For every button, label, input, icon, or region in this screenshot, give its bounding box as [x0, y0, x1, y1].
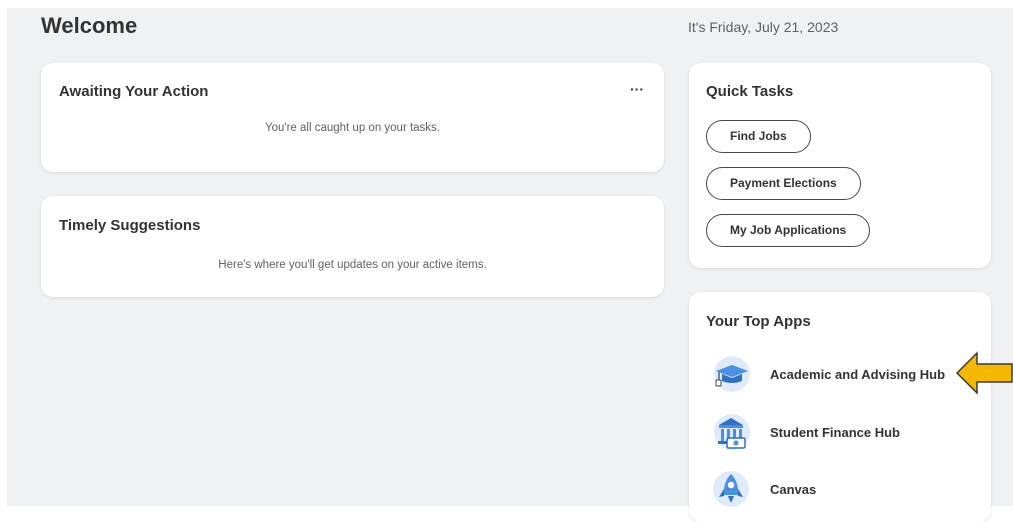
timely-suggestions-title: Timely Suggestions: [59, 217, 201, 234]
awaiting-action-message: You're all caught up on your tasks.: [264, 122, 441, 134]
awaiting-action-card: Awaiting Your Action ··· You're all caug…: [41, 63, 664, 172]
app-academic-advising-hub[interactable]: Academic and Advising Hub: [711, 354, 945, 394]
app-label: Canvas: [770, 481, 817, 497]
payment-elections-button[interactable]: Payment Elections: [706, 167, 861, 200]
page-title: Welcome: [41, 13, 138, 38]
rocket-icon: [711, 469, 751, 509]
my-job-applications-button[interactable]: My Job Applications: [706, 214, 871, 247]
dashboard-background: Welcome It's Friday, July 21, 2023 Await…: [7, 8, 1013, 522]
app-label: Student Finance Hub: [770, 424, 900, 440]
bank-building-icon: [711, 412, 751, 452]
quick-tasks-title: Quick Tasks: [706, 83, 794, 100]
app-student-finance-hub[interactable]: Student Finance Hub: [711, 412, 900, 452]
timely-suggestions-message: Here's where you'll get updates on your …: [218, 259, 487, 271]
left-arrow-annotation-icon: [955, 351, 1013, 395]
top-apps-title: Your Top Apps: [706, 313, 811, 330]
current-date: It's Friday, July 21, 2023: [688, 19, 839, 35]
find-jobs-button[interactable]: Find Jobs: [706, 120, 811, 153]
top-apps-card: Your Top Apps Academic and Advising Hub: [689, 292, 991, 522]
quick-tasks-card: Quick Tasks Find Jobs Payment Elections …: [689, 63, 991, 268]
timely-suggestions-card: Timely Suggestions Here's where you'll g…: [41, 196, 664, 297]
awaiting-action-title: Awaiting Your Action: [59, 83, 209, 100]
app-label: Academic and Advising Hub: [770, 366, 946, 382]
app-canvas[interactable]: Canvas: [711, 469, 816, 509]
graduation-cap-icon: [711, 354, 751, 394]
more-options-button[interactable]: ···: [630, 81, 644, 97]
